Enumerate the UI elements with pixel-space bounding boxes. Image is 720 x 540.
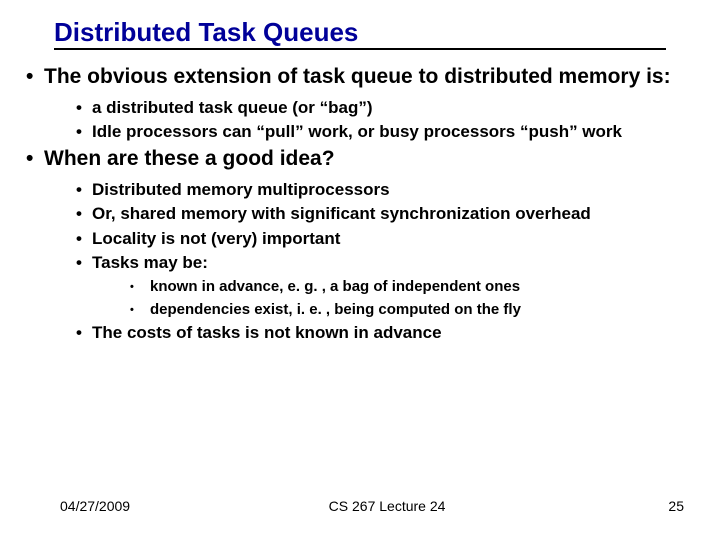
bullet-text: Idle processors can “pull” work, or busy… [92, 122, 622, 141]
sub-bullet-item: Tasks may be: known in advance, e. g. , … [76, 252, 700, 319]
sub-bullet-item: Locality is not (very) important [76, 228, 700, 249]
bullet-text: Locality is not (very) important [92, 229, 340, 248]
sub-bullet-item: Distributed memory multiprocessors [76, 179, 700, 200]
footer-page-number: 25 [644, 498, 684, 514]
sub-bullet-item: Idle processors can “pull” work, or busy… [76, 121, 700, 142]
slide-title: Distributed Task Queues [54, 18, 666, 50]
sub-bullet-list: Distributed memory multiprocessors Or, s… [76, 179, 700, 343]
bullet-text: The costs of tasks is not known in advan… [92, 323, 442, 342]
title-wrap: Distributed Task Queues [54, 18, 666, 50]
sub-bullet-item: Or, shared memory with significant synch… [76, 203, 700, 224]
bullet-text: Or, shared memory with significant synch… [92, 204, 591, 223]
bullet-item: When are these a good idea? Distributed … [26, 146, 700, 343]
bullet-text: Distributed memory multiprocessors [92, 180, 390, 199]
sub-bullet-item: a distributed task queue (or “bag”) [76, 97, 700, 118]
bullet-text: known in advance, e. g. , a bag of indep… [150, 278, 520, 295]
footer-center: CS 267 Lecture 24 [130, 498, 644, 514]
slide: Distributed Task Queues The obvious exte… [0, 0, 720, 540]
bullet-text: The obvious extension of task queue to d… [44, 65, 671, 88]
bullet-text: Tasks may be: [92, 253, 208, 272]
sub-bullet-item: The costs of tasks is not known in advan… [76, 322, 700, 343]
bullet-text: When are these a good idea? [44, 147, 335, 170]
subsub-bullet-list: known in advance, e. g. , a bag of indep… [126, 277, 700, 319]
bullet-item: The obvious extension of task queue to d… [26, 64, 700, 142]
footer: 04/27/2009 CS 267 Lecture 24 25 [0, 498, 720, 514]
footer-date: 04/27/2009 [60, 498, 130, 514]
bullet-list: The obvious extension of task queue to d… [26, 64, 700, 344]
subsub-bullet-item: dependencies exist, i. e. , being comput… [126, 300, 700, 320]
bullet-text: a distributed task queue (or “bag”) [92, 98, 373, 117]
sub-bullet-list: a distributed task queue (or “bag”) Idle… [76, 97, 700, 143]
bullet-text: dependencies exist, i. e. , being comput… [150, 301, 521, 318]
subsub-bullet-item: known in advance, e. g. , a bag of indep… [126, 277, 700, 297]
